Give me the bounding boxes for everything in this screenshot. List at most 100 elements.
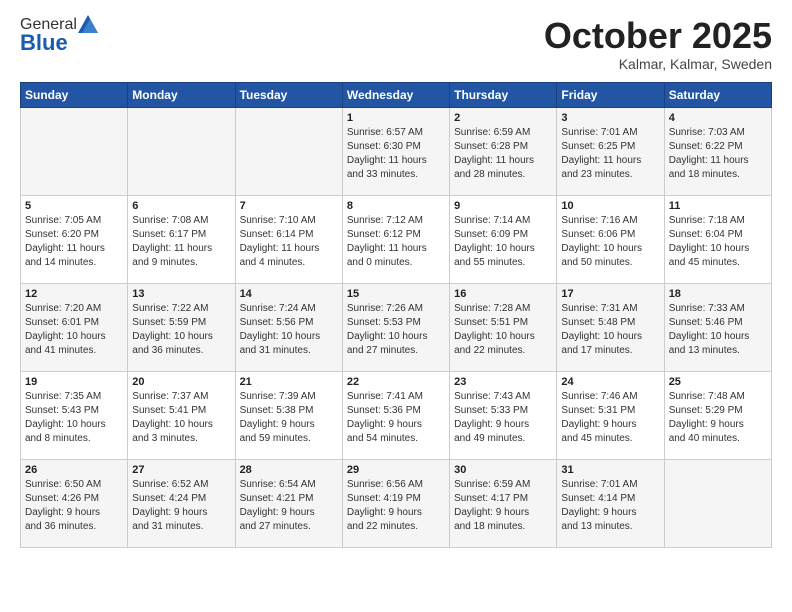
day-cell: 17 Sunrise: 7:31 AM Sunset: 5:48 PM Dayli… <box>557 283 664 371</box>
day-cell: 27Sunrise: 6:52 AM Sunset: 4:24 PM Dayli… <box>128 459 235 547</box>
day-info: Sunrise: 7:46 AM Sunset: 5:31 PM Dayligh… <box>561 390 659 446</box>
day-info: Sunrise: 7:37 AM Sunset: 5:41 PM Dayligh… <box>132 390 230 446</box>
day-cell <box>128 107 235 195</box>
day-cell: 26 Sunrise: 6:50 AM Sunset: 4:26 PM Dayli… <box>21 459 128 547</box>
day-number: 13 <box>132 288 230 300</box>
day-info: Sunrise: 7:18 AM Sunset: 6:04 PM Dayligh… <box>669 214 767 270</box>
day-info: Sunrise: 7:12 AM Sunset: 6:12 PM Dayligh… <box>347 214 445 270</box>
day-number: 30 <box>454 464 552 476</box>
day-cell: 30 Sunrise: 6:59 AM Sunset: 4:17 PM Dayli… <box>450 459 557 547</box>
day-cell: 4 Sunrise: 7:03 AM Sunset: 6:22 PM Daylig… <box>664 107 771 195</box>
day-info: Sunrise: 7:31 AM Sunset: 5:48 PM Dayligh… <box>561 302 659 358</box>
logo-icon <box>78 15 98 33</box>
day-cell: 5 Sunrise: 7:05 AM Sunset: 6:20 PM Daylig… <box>21 195 128 283</box>
day-number: 26 <box>25 464 123 476</box>
week-row-4: 19 Sunrise: 7:35 AM Sunset: 5:43 PM Dayli… <box>21 371 772 459</box>
title-block: October 2025 Kalmar, Kalmar, Sweden <box>544 16 772 72</box>
day-info: Sunrise: 7:39 AM Sunset: 5:38 PM Dayligh… <box>240 390 338 446</box>
day-info: Sunrise: 7:33 AM Sunset: 5:46 PM Dayligh… <box>669 302 767 358</box>
week-row-5: 26 Sunrise: 6:50 AM Sunset: 4:26 PM Dayli… <box>21 459 772 547</box>
day-cell: 12 Sunrise: 7:20 AM Sunset: 6:01 PM Dayli… <box>21 283 128 371</box>
day-cell <box>21 107 128 195</box>
day-cell: 20 Sunrise: 7:37 AM Sunset: 5:41 PM Dayli… <box>128 371 235 459</box>
day-cell: 23 Sunrise: 7:43 AM Sunset: 5:33 PM Dayli… <box>450 371 557 459</box>
day-number: 23 <box>454 376 552 388</box>
calendar-table: SundayMondayTuesdayWednesdayThursdayFrid… <box>20 82 772 548</box>
day-cell: 18Sunrise: 7:33 AM Sunset: 5:46 PM Dayli… <box>664 283 771 371</box>
day-number: 19 <box>25 376 123 388</box>
day-info: Sunrise: 7:28 AM Sunset: 5:51 PM Dayligh… <box>454 302 552 358</box>
day-number: 25 <box>669 376 767 388</box>
day-cell: 25Sunrise: 7:48 AM Sunset: 5:29 PM Dayli… <box>664 371 771 459</box>
header-row: SundayMondayTuesdayWednesdayThursdayFrid… <box>21 82 772 107</box>
day-info: Sunrise: 7:01 AM Sunset: 4:14 PM Dayligh… <box>561 478 659 534</box>
weekday-header-thursday: Thursday <box>450 82 557 107</box>
day-cell: 29Sunrise: 6:56 AM Sunset: 4:19 PM Dayli… <box>342 459 449 547</box>
day-cell: 1 Sunrise: 6:57 AM Sunset: 6:30 PM Daylig… <box>342 107 449 195</box>
weekday-header-sunday: Sunday <box>21 82 128 107</box>
day-info: Sunrise: 7:10 AM Sunset: 6:14 PM Dayligh… <box>240 214 338 270</box>
day-number: 24 <box>561 376 659 388</box>
day-cell: 10 Sunrise: 7:16 AM Sunset: 6:06 PM Dayli… <box>557 195 664 283</box>
day-cell <box>664 459 771 547</box>
weekday-header-wednesday: Wednesday <box>342 82 449 107</box>
day-cell: 9 Sunrise: 7:14 AM Sunset: 6:09 PM Daylig… <box>450 195 557 283</box>
day-info: Sunrise: 7:20 AM Sunset: 6:01 PM Dayligh… <box>25 302 123 358</box>
day-number: 28 <box>240 464 338 476</box>
day-number: 6 <box>132 200 230 212</box>
day-cell: 8Sunrise: 7:12 AM Sunset: 6:12 PM Daylig… <box>342 195 449 283</box>
day-cell: 19 Sunrise: 7:35 AM Sunset: 5:43 PM Dayli… <box>21 371 128 459</box>
day-cell: 6 Sunrise: 7:08 AM Sunset: 6:17 PM Daylig… <box>128 195 235 283</box>
day-info: Sunrise: 7:08 AM Sunset: 6:17 PM Dayligh… <box>132 214 230 270</box>
day-info: Sunrise: 7:03 AM Sunset: 6:22 PM Dayligh… <box>669 126 767 182</box>
day-number: 17 <box>561 288 659 300</box>
day-info: Sunrise: 7:43 AM Sunset: 5:33 PM Dayligh… <box>454 390 552 446</box>
day-info: Sunrise: 7:35 AM Sunset: 5:43 PM Dayligh… <box>25 390 123 446</box>
day-info: Sunrise: 7:05 AM Sunset: 6:20 PM Dayligh… <box>25 214 123 270</box>
weekday-header-saturday: Saturday <box>664 82 771 107</box>
day-number: 27 <box>132 464 230 476</box>
week-row-3: 12 Sunrise: 7:20 AM Sunset: 6:01 PM Dayli… <box>21 283 772 371</box>
day-number: 12 <box>25 288 123 300</box>
day-number: 16 <box>454 288 552 300</box>
day-cell: 7Sunrise: 7:10 AM Sunset: 6:14 PM Daylig… <box>235 195 342 283</box>
day-info: Sunrise: 6:59 AM Sunset: 6:28 PM Dayligh… <box>454 126 552 182</box>
day-cell: 11 Sunrise: 7:18 AM Sunset: 6:04 PM Dayli… <box>664 195 771 283</box>
day-cell: 22Sunrise: 7:41 AM Sunset: 5:36 PM Dayli… <box>342 371 449 459</box>
day-number: 21 <box>240 376 338 388</box>
week-row-1: 1 Sunrise: 6:57 AM Sunset: 6:30 PM Daylig… <box>21 107 772 195</box>
month-title: October 2025 <box>544 16 772 56</box>
day-info: Sunrise: 6:50 AM Sunset: 4:26 PM Dayligh… <box>25 478 123 534</box>
day-cell: 13Sunrise: 7:22 AM Sunset: 5:59 PM Dayli… <box>128 283 235 371</box>
day-number: 20 <box>132 376 230 388</box>
day-info: Sunrise: 7:14 AM Sunset: 6:09 PM Dayligh… <box>454 214 552 270</box>
day-number: 11 <box>669 200 767 212</box>
day-info: Sunrise: 7:26 AM Sunset: 5:53 PM Dayligh… <box>347 302 445 358</box>
day-cell: 28Sunrise: 6:54 AM Sunset: 4:21 PM Dayli… <box>235 459 342 547</box>
week-row-2: 5 Sunrise: 7:05 AM Sunset: 6:20 PM Daylig… <box>21 195 772 283</box>
day-cell: 24 Sunrise: 7:46 AM Sunset: 5:31 PM Dayli… <box>557 371 664 459</box>
day-info: Sunrise: 6:57 AM Sunset: 6:30 PM Dayligh… <box>347 126 445 182</box>
day-info: Sunrise: 7:01 AM Sunset: 6:25 PM Dayligh… <box>561 126 659 182</box>
logo: General Blue <box>20 16 98 56</box>
day-info: Sunrise: 7:41 AM Sunset: 5:36 PM Dayligh… <box>347 390 445 446</box>
day-number: 4 <box>669 112 767 124</box>
day-number: 5 <box>25 200 123 212</box>
weekday-header-monday: Monday <box>128 82 235 107</box>
day-info: Sunrise: 7:16 AM Sunset: 6:06 PM Dayligh… <box>561 214 659 270</box>
day-number: 10 <box>561 200 659 212</box>
day-cell: 21 Sunrise: 7:39 AM Sunset: 5:38 PM Dayli… <box>235 371 342 459</box>
day-cell: 31 Sunrise: 7:01 AM Sunset: 4:14 PM Dayli… <box>557 459 664 547</box>
weekday-header-tuesday: Tuesday <box>235 82 342 107</box>
logo-blue-text: Blue <box>20 30 98 56</box>
day-number: 15 <box>347 288 445 300</box>
day-number: 9 <box>454 200 552 212</box>
day-number: 14 <box>240 288 338 300</box>
header: General Blue October 2025 Kalmar, Kalmar… <box>20 16 772 72</box>
day-number: 31 <box>561 464 659 476</box>
day-cell <box>235 107 342 195</box>
calendar-page: General Blue October 2025 Kalmar, Kalmar… <box>0 0 792 564</box>
day-info: Sunrise: 6:59 AM Sunset: 4:17 PM Dayligh… <box>454 478 552 534</box>
day-number: 29 <box>347 464 445 476</box>
day-number: 1 <box>347 112 445 124</box>
